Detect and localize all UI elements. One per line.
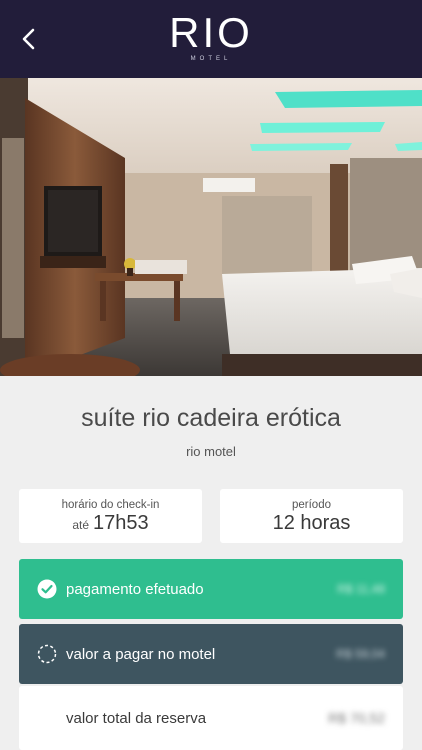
checkin-value: até 17h53 — [19, 512, 202, 535]
checkin-time: 17h53 — [93, 512, 149, 534]
logo-sub: MOTEL — [190, 56, 232, 62]
pay-at-motel-amount: R$ 59,04 — [336, 647, 385, 661]
payment-done-amount: R$ 11,48 — [337, 582, 385, 596]
logo-main: RIO — [169, 9, 253, 56]
motel-name: rio motel — [186, 444, 236, 459]
checkin-card: horário do check-in até 17h53 — [19, 489, 202, 543]
total-label: valor total da reserva — [66, 709, 207, 727]
period-value: 12 horas — [272, 512, 351, 534]
total-amount: R$ 70,52 — [328, 710, 385, 726]
checkin-label: horário do check-in — [61, 499, 160, 511]
top-bar: RIO MOTEL — [0, 0, 422, 78]
dashed-circle-icon — [37, 644, 57, 664]
total-row: valor total da reserva R$ 70,52 — [19, 686, 403, 750]
logo: RIO MOTEL — [0, 12, 422, 63]
period-card: período 12 horas — [220, 489, 403, 543]
checkin-prefix: até — [72, 518, 90, 532]
room-title: suíte rio cadeira erótica — [81, 404, 341, 432]
room-photo — [0, 78, 422, 376]
payment-done-row: pagamento efetuado R$ 11,48 — [19, 559, 403, 619]
check-circle-icon — [37, 579, 57, 599]
period-label: período — [291, 499, 331, 511]
pay-at-motel-row: valor a pagar no motel R$ 59,04 — [19, 624, 403, 684]
payment-done-label: pagamento efetuado — [66, 580, 204, 598]
pay-at-motel-label: valor a pagar no motel — [66, 645, 216, 663]
